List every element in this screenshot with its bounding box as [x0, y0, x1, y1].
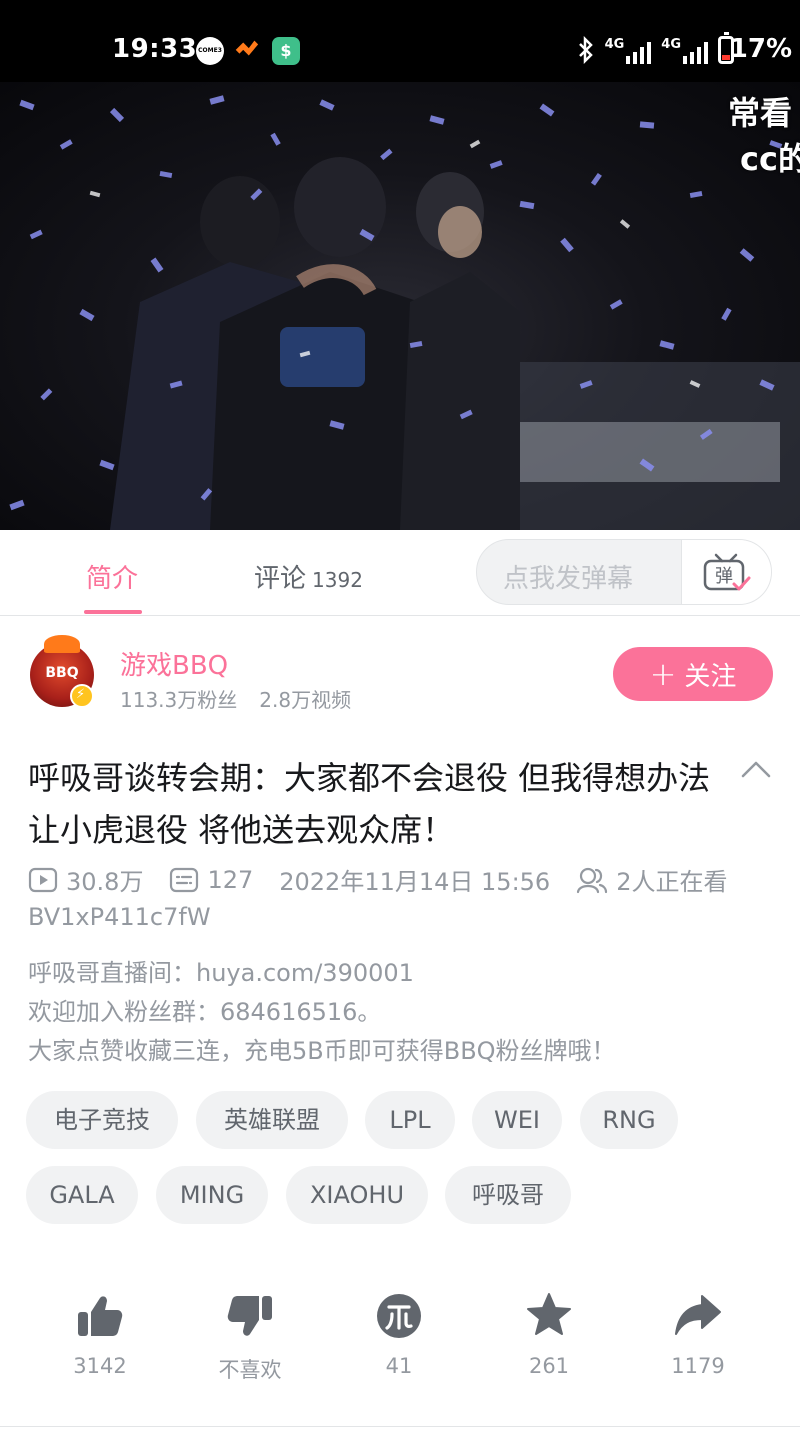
tag[interactable]: GALA: [26, 1166, 138, 1224]
favorite-count: 261: [528, 1354, 570, 1378]
tag[interactable]: WEI: [472, 1091, 562, 1149]
follow-button[interactable]: + 关注: [613, 647, 773, 701]
tab-comments-label: 评论: [254, 564, 307, 594]
uploader-stats: 113.3万粉丝 2.8万视频: [120, 684, 351, 713]
star-icon: [527, 1293, 571, 1335]
divider: [0, 1426, 800, 1427]
danmaku-line: cc的: [740, 140, 800, 178]
verified-badge-icon: [70, 684, 94, 708]
coin-icon: [377, 1294, 421, 1338]
view-count: 30.8万: [66, 868, 144, 896]
follow-label: 关注: [684, 661, 737, 692]
danmaku-count: 127: [207, 865, 254, 894]
danmaku-toggle-label: 弹: [715, 566, 733, 587]
watching-count: 2人正在看: [616, 868, 728, 896]
tag[interactable]: LPL: [365, 1091, 455, 1149]
tag[interactable]: XIAOHU: [286, 1166, 428, 1224]
danmaku-line: 常看: [728, 94, 793, 132]
description-line: 大家点赞收藏三连，充电5B币即可获得BBQ粉丝牌哦！: [28, 1037, 616, 1065]
dislike-label: 不喜欢: [218, 1358, 282, 1382]
action-bar: 3142 不喜欢 41 261 1179: [0, 1290, 800, 1400]
tab-intro[interactable]: 简介: [86, 558, 138, 595]
share-arrow-icon: [675, 1295, 721, 1335]
tab-comments[interactable]: 评论 1392: [254, 558, 363, 595]
share-count: 1179: [671, 1354, 725, 1378]
danmaku-toggle-button[interactable]: 弹: [681, 540, 771, 604]
tag[interactable]: RNG: [580, 1091, 678, 1149]
signal-icon-2: [683, 41, 708, 64]
come-app-icon: COME3: [196, 37, 224, 65]
status-bar: 19:33 COME3 4G 4G 17%: [0, 0, 800, 82]
watching-users-icon: [577, 867, 608, 893]
tag[interactable]: 英雄联盟: [196, 1091, 348, 1149]
play-count-icon: [28, 867, 58, 892]
bluetooth-icon: [578, 36, 593, 64]
uploader-name[interactable]: 游戏BBQ: [120, 645, 228, 682]
description-line: 欢迎加入粉丝群：684616516。: [28, 998, 382, 1026]
description-line: 呼吸哥直播间：huya.com/390001: [28, 959, 414, 987]
danmaku-placeholder: 点我发弹幕: [503, 564, 634, 594]
like-count: 3142: [73, 1354, 127, 1378]
tag[interactable]: 呼吸哥: [445, 1166, 571, 1224]
avatar-logo-text: BBQ: [45, 665, 79, 681]
network-label-1: 4G: [604, 36, 625, 52]
publish-time: 2022年11月14日 15:56: [279, 868, 551, 896]
plus-icon: +: [649, 655, 677, 693]
thumbs-down-icon: [227, 1296, 272, 1336]
favorite-button[interactable]: 261: [489, 1290, 609, 1378]
coin-button[interactable]: 41: [339, 1290, 459, 1378]
orange-app-icon: [235, 40, 259, 56]
video-frame: [9, 95, 800, 530]
tag[interactable]: 电子竞技: [26, 1091, 178, 1149]
tab-active-indicator: [84, 610, 142, 614]
video-count: 2.8万视频: [259, 688, 352, 712]
video-description: 呼吸哥直播间：huya.com/390001 欢迎加入粉丝群：684616516…: [28, 954, 616, 1071]
avatar-flame: [44, 635, 80, 653]
bvid: BV1xP411c7fW: [28, 903, 211, 931]
danmaku-count-icon: [170, 867, 199, 892]
video-meta: 30.8万 127 2022年11月14日 15:56 2人正在看: [28, 862, 727, 897]
status-time: 19:33: [112, 34, 198, 64]
status-indicators: 4G 4G: [577, 32, 734, 66]
danmaku-input[interactable]: 点我发弹幕 弹: [476, 539, 772, 605]
tag[interactable]: MING: [156, 1166, 268, 1224]
chevron-up-icon[interactable]: [740, 758, 772, 780]
video-title: 呼吸哥谈转会期：大家都不会退役 但我得想办法让小虎退役 将他送去观众席！: [28, 759, 711, 849]
network-label-2: 4G: [661, 36, 681, 52]
comments-count: 1392: [312, 568, 363, 592]
thumbs-up-icon: [78, 1296, 123, 1336]
signal-icon-1: [626, 41, 652, 64]
coin-count: 41: [385, 1354, 413, 1378]
payment-app-icon: [272, 37, 300, 65]
video-player[interactable]: 常看 cc的: [0, 82, 800, 530]
danmaku-toggle-icon: 弹: [703, 553, 751, 591]
like-button[interactable]: 3142: [40, 1290, 160, 1378]
battery-percent: 17%: [729, 34, 792, 64]
share-button[interactable]: 1179: [638, 1290, 758, 1378]
dislike-button[interactable]: 不喜欢: [190, 1290, 310, 1384]
follower-count: 113.3万粉丝: [120, 688, 238, 712]
